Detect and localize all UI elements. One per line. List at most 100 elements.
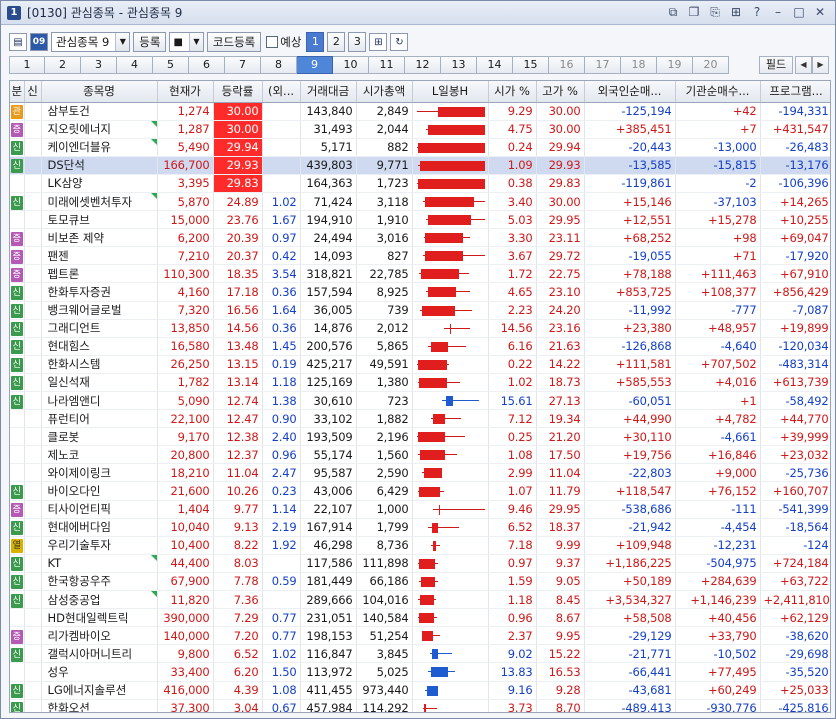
page-button-3[interactable]: 3 (348, 32, 367, 52)
tab-4[interactable]: 4 (117, 56, 153, 74)
column-header[interactable]: 분 (10, 81, 25, 103)
maximize-icon[interactable]: □ (790, 4, 808, 21)
tab-6[interactable]: 6 (189, 56, 225, 74)
stock-name[interactable]: LG에너지솔루션 (41, 681, 158, 700)
chevron-down-icon[interactable]: ▼ (188, 33, 203, 51)
table-row[interactable]: 신 현대에버다임 10,040 9.13 2.19 167,914 1,799 6.52 18.… (10, 518, 830, 537)
table-row[interactable]: 신 LG에너지솔루션 416,000 4.39 1.08 411,455 973,440 9.… (10, 681, 830, 700)
group-select[interactable]: 관심종목 9 ▼ (51, 32, 131, 52)
tab-7[interactable]: 7 (225, 56, 261, 74)
table-row[interactable]: HD현대일렉트릭 390,000 7.29 0.77 231,051 140,584 0.9… (10, 608, 830, 628)
stock-name[interactable]: 그래디언트 (41, 319, 158, 338)
page-button-2[interactable]: 2 (327, 32, 346, 52)
stock-name[interactable]: 바이오다인 (41, 481, 158, 501)
stock-name[interactable]: 나라엠앤디 (41, 391, 158, 411)
stock-name[interactable]: 리가켐바이오 (41, 626, 158, 646)
table-row[interactable]: 관 삼부토건 1,274 30.00 143,840 2,849 9.29 30.00 -125… (10, 102, 830, 121)
table-row[interactable]: 신 뱅크웨어글로벌 7,320 16.56 1.64 36,005 739 2.23 24.20… (10, 301, 830, 320)
restore-icon[interactable]: ⧉ (664, 4, 682, 21)
column-header[interactable]: 기관순매수... (675, 81, 761, 103)
column-header[interactable]: 외국인순매... (584, 81, 676, 103)
stock-name[interactable]: 제노코 (41, 445, 158, 465)
list-view-icon[interactable]: ▤ (9, 33, 27, 51)
refresh-icon[interactable]: ↻ (390, 33, 409, 51)
stock-name[interactable]: 현대힘스 (41, 337, 158, 356)
chevron-down-icon[interactable]: ▼ (115, 33, 130, 51)
tab-10[interactable]: 10 (333, 56, 369, 74)
tab-1[interactable]: 1 (9, 56, 45, 74)
stock-name[interactable]: DS단석 (41, 156, 158, 175)
stock-name[interactable]: 한화오션 (41, 699, 158, 712)
stock-name[interactable]: KT (41, 554, 158, 573)
tab-2[interactable]: 2 (45, 56, 81, 74)
column-header[interactable]: 현재가 (157, 81, 214, 103)
table-row[interactable]: 제노코 20,800 12.37 0.96 55,174 1,560 1.08 17.50 +1… (10, 445, 830, 465)
column-header[interactable]: 신 (24, 81, 42, 103)
title-bar[interactable]: 1 [0130] 관심종목 - 관심종목 9 ⧉ ❐ ⎘ ⊞ ? – □ ✕ (1, 1, 835, 25)
tab-3[interactable]: 3 (81, 56, 117, 74)
chevron-left-icon[interactable]: ◀ (795, 56, 812, 74)
stock-name[interactable]: 팬젠 (41, 246, 158, 266)
table-row[interactable]: 와이제이링크 18,210 11.04 2.47 95,587 2,590 2.99 11.0… (10, 463, 830, 483)
stock-name[interactable]: 미래에셋벤처투자 (41, 192, 158, 212)
tab-20[interactable]: 20 (693, 56, 729, 74)
table-row[interactable]: 신 그래디언트 13,850 14.56 0.36 14,876 2,012 14.56 23.… (10, 319, 830, 338)
table-row[interactable]: 신 현대힘스 16,580 13.48 1.45 200,576 5,865 6.16 21.6… (10, 337, 830, 356)
column-header[interactable]: 종목명 (41, 81, 158, 103)
column-header[interactable]: 고가 % (536, 81, 585, 103)
page-button-1[interactable]: 1 (306, 32, 325, 52)
display-mode-select[interactable]: ■ ▼ (169, 32, 204, 52)
column-header[interactable]: (외... (262, 81, 301, 103)
table-row[interactable]: 신 한화시스템 26,250 13.15 0.19 425,217 49,591 0.22 14… (10, 355, 830, 374)
table-row[interactable]: 증 지오릿에너지 1,287 30.00 31,493 2,044 4.75 30.00 +38… (10, 120, 830, 139)
table-row[interactable]: 증 티사이언티픽 1,404 9.77 1.14 22,107 1,000 9.46 29.95… (10, 500, 830, 519)
tab-19[interactable]: 19 (657, 56, 693, 74)
stock-name[interactable]: 삼부토건 (41, 102, 158, 121)
tab-5[interactable]: 5 (153, 56, 189, 74)
table-row[interactable]: 신 한화투자증권 4,160 17.18 0.36 157,594 8,925 4.65 23.… (10, 282, 830, 302)
table-row[interactable]: 신 나라엠앤디 5,090 12.74 1.38 30,610 723 15.61 27.13-… (10, 391, 830, 411)
table-row[interactable]: 신 일신석재 1,782 13.14 1.18 125,169 1,380 1.02 18.73… (10, 373, 830, 393)
table-row[interactable]: 신 바이오다인 21,600 10.26 0.23 43,006 6,429 1.07 11.7… (10, 481, 830, 501)
table-row[interactable]: 신 한화오션 37,300 3.04 0.67 457,984 114,292 3.73 8.7… (10, 699, 830, 712)
stock-name[interactable]: 비보존 제약 (41, 228, 158, 248)
minimize-icon[interactable]: – (769, 4, 787, 21)
column-header[interactable]: L일봉H (412, 81, 489, 103)
table-row[interactable]: 증 리가켐바이오 140,000 7.20 0.77 198,153 51,254 2.37 9… (10, 626, 830, 646)
link-icon[interactable]: ⎘ (706, 4, 724, 21)
column-header[interactable]: 등락률 (213, 81, 263, 103)
column-header[interactable]: 시가총액 (356, 81, 413, 103)
tab-12[interactable]: 12 (405, 56, 441, 74)
stock-name[interactable]: 지오릿에너지 (41, 120, 158, 139)
tab-17[interactable]: 17 (585, 56, 621, 74)
table-row[interactable]: 신 미래에셋벤처투자 5,870 24.89 1.02 71,424 3,118 3.40 30… (10, 192, 830, 212)
tab-8[interactable]: 8 (261, 56, 297, 74)
stock-name[interactable]: 퓨런티어 (41, 409, 158, 429)
tab-13[interactable]: 13 (441, 56, 477, 74)
stock-name[interactable]: 토모큐브 (41, 210, 158, 230)
stock-name[interactable]: 뱅크웨어글로벌 (41, 301, 158, 320)
table-row[interactable]: 증 펩트론 110,300 18.35 3.54 318,821 22,785 1.72 22.… (10, 264, 830, 284)
column-header[interactable]: 프로그램... (760, 81, 830, 103)
stock-name[interactable]: 한화투자증권 (41, 282, 158, 302)
stock-name[interactable]: 클로봇 (41, 427, 158, 447)
tab-15[interactable]: 15 (513, 56, 549, 74)
checkbox-box[interactable] (266, 36, 279, 48)
close-icon[interactable]: ✕ (811, 4, 829, 21)
tab-18[interactable]: 18 (621, 56, 657, 74)
table-row[interactable]: 성우 33,400 6.20 1.50 113,972 5,025 13.83 16.53 -6… (10, 662, 830, 682)
tab-9[interactable]: 9 (297, 56, 333, 74)
table-row[interactable]: 클로봇 9,170 12.38 2.40 193,509 2,196 0.25 21.20 +3… (10, 427, 830, 447)
settings-grid-icon[interactable]: ⊞ (369, 33, 388, 51)
table-row[interactable]: 신 한국항공우주 67,900 7.78 0.59 181,449 66,186 1.59 9.… (10, 572, 830, 592)
table-row[interactable]: 증 비보존 제약 6,200 20.39 0.97 24,494 3,016 3.30 23.1… (10, 228, 830, 248)
table-row[interactable]: 신 DS단석 166,700 29.93 439,803 9,771 1.09 29.93 -1… (10, 156, 830, 175)
stock-name[interactable]: HD현대일렉트릭 (41, 608, 158, 628)
table-row[interactable]: 신 케이엔더블유 5,490 29.94 5,171 882 0.24 29.94 -20,44… (10, 138, 830, 157)
group-number-icon[interactable]: 09 (30, 33, 48, 51)
table-row[interactable]: 퓨런티어 22,100 12.47 0.90 33,102 1,882 7.12 19.34 +… (10, 409, 830, 429)
field-button[interactable]: 필드 (759, 56, 793, 74)
column-header[interactable]: 시가 % (488, 81, 537, 103)
grid-icon[interactable]: ⊞ (727, 4, 745, 21)
register-button[interactable]: 등록 (133, 32, 167, 52)
